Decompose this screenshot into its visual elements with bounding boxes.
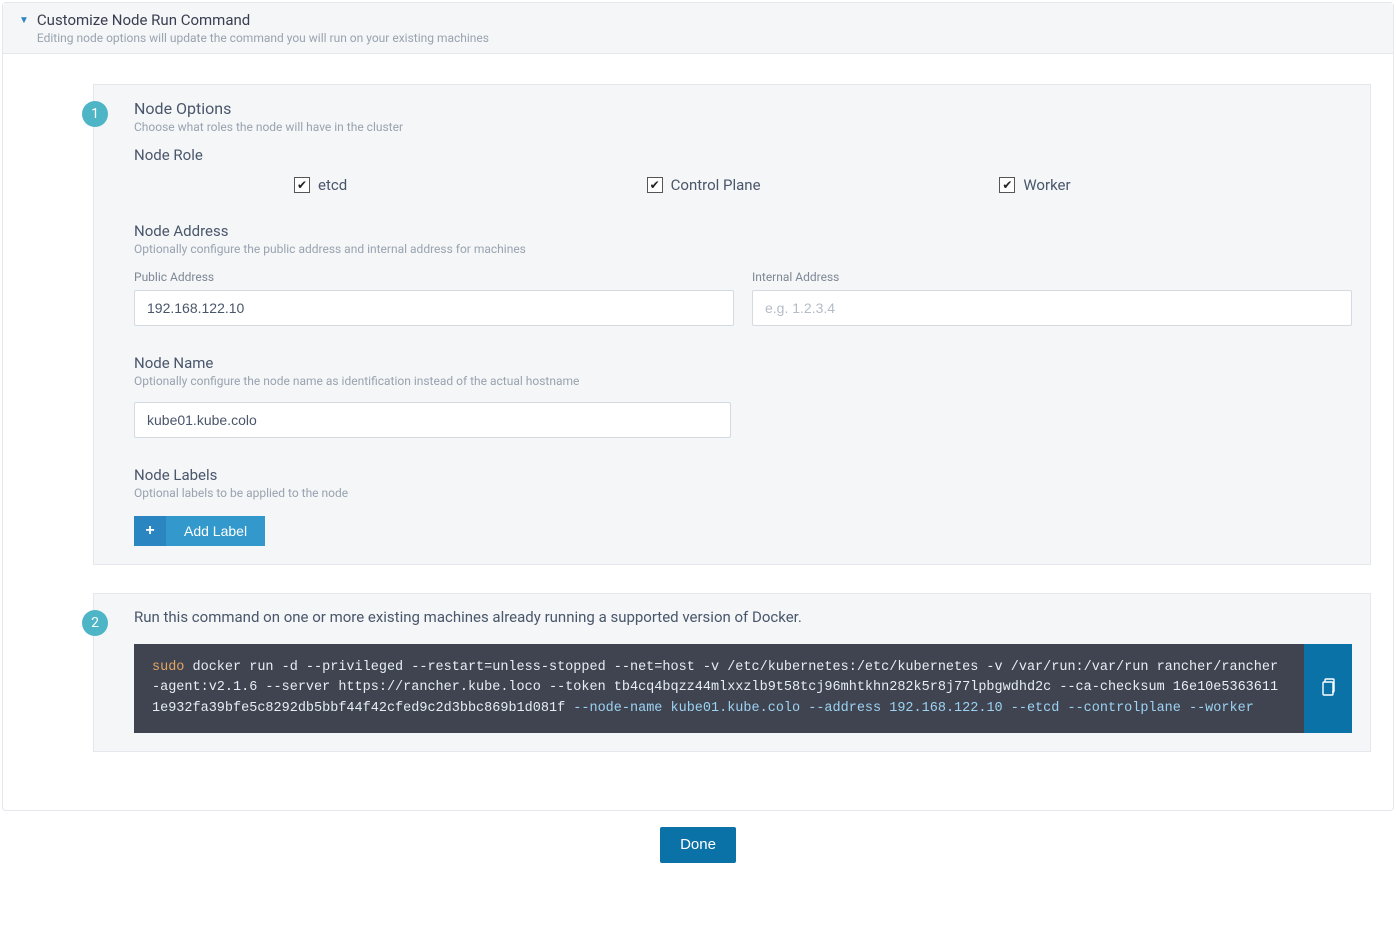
step-2-badge: 2 xyxy=(82,610,108,636)
step-2-title: Run this command on one or more existing… xyxy=(134,608,1352,626)
command-row: sudo docker run -d --privileged --restar… xyxy=(134,644,1352,733)
checkbox-worker[interactable]: ✔ xyxy=(999,177,1015,193)
step-1-badge: 1 xyxy=(82,101,108,127)
step-1-box: 1 Node Options Choose what roles the nod… xyxy=(93,84,1371,565)
panel-body: 1 Node Options Choose what roles the nod… xyxy=(3,54,1393,810)
cmd-flags: --node-name kube01.kube.colo --address 1… xyxy=(573,701,1254,716)
checkbox-etcd[interactable]: ✔ xyxy=(294,177,310,193)
node-address-title: Node Address xyxy=(134,222,1352,240)
node-options-subtitle: Choose what roles the node will have in … xyxy=(134,120,1352,134)
node-name-subtitle: Optionally configure the node name as id… xyxy=(134,374,1352,388)
node-labels-title: Node Labels xyxy=(134,466,1352,484)
role-etcd-label: etcd xyxy=(318,176,347,194)
public-address-input[interactable] xyxy=(134,290,734,326)
node-name-title: Node Name xyxy=(134,354,1352,372)
internal-address-input[interactable] xyxy=(752,290,1352,326)
panel-header[interactable]: ▼ Customize Node Run Command Editing nod… xyxy=(3,3,1393,54)
customize-node-run-command-panel: ▼ Customize Node Run Command Editing nod… xyxy=(2,2,1394,811)
node-name-input[interactable] xyxy=(134,402,731,438)
node-options-title: Node Options xyxy=(134,99,1352,118)
chevron-down-icon: ▼ xyxy=(19,15,29,26)
public-address-label: Public Address xyxy=(134,270,734,284)
role-control-plane-label: Control Plane xyxy=(671,176,761,194)
step-2-box: 2 Run this command on one or more existi… xyxy=(93,593,1371,752)
internal-address-label: Internal Address xyxy=(752,270,1352,284)
panel-title: Customize Node Run Command xyxy=(37,11,1377,29)
node-address-subtitle: Optionally configure the public address … xyxy=(134,242,1352,256)
add-label-text: Add Label xyxy=(166,516,265,546)
node-labels-subtitle: Optional labels to be applied to the nod… xyxy=(134,486,1352,500)
clipboard-icon xyxy=(1319,678,1337,698)
role-worker-label: Worker xyxy=(1023,176,1070,194)
command-block[interactable]: sudo docker run -d --privileged --restar… xyxy=(134,644,1304,733)
role-worker[interactable]: ✔ Worker xyxy=(999,176,1352,194)
node-role-label: Node Role xyxy=(134,146,1352,164)
role-control-plane[interactable]: ✔ Control Plane xyxy=(647,176,1000,194)
internal-address-group: Internal Address xyxy=(752,270,1352,326)
address-row: Public Address Internal Address xyxy=(134,270,1352,326)
copy-command-button[interactable] xyxy=(1304,644,1352,733)
add-label-button[interactable]: + Add Label xyxy=(134,516,265,546)
panel-header-text: Customize Node Run Command Editing node … xyxy=(37,11,1377,45)
node-role-row: ✔ etcd ✔ Control Plane ✔ Worker xyxy=(134,176,1352,194)
cmd-sudo: sudo xyxy=(152,660,184,675)
checkbox-control-plane[interactable]: ✔ xyxy=(647,177,663,193)
panel-subtitle: Editing node options will update the com… xyxy=(37,31,1377,45)
plus-icon: + xyxy=(134,516,166,546)
node-name-row xyxy=(134,402,731,438)
done-button[interactable]: Done xyxy=(660,827,736,863)
public-address-group: Public Address xyxy=(134,270,734,326)
role-etcd[interactable]: ✔ etcd xyxy=(294,176,647,194)
